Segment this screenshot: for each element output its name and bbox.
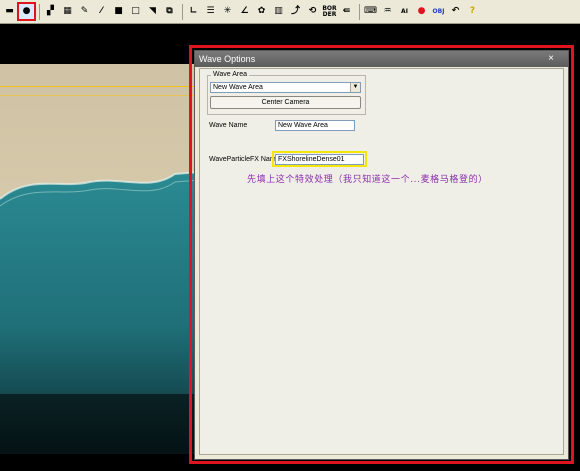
arrows-icon[interactable]: ⇚ — [339, 4, 354, 19]
wave-tool-icon[interactable]: ● — [17, 2, 36, 21]
wave-area-select[interactable]: New Wave Area ▼ — [210, 82, 361, 93]
keyboard-icon[interactable]: ⌨ — [363, 4, 378, 19]
undo-icon[interactable]: ↶ — [448, 4, 463, 19]
wave-name-label: Wave Name — [209, 122, 248, 129]
toolbar-separator — [39, 3, 40, 20]
wave-area-select-value: New Wave Area — [213, 84, 263, 91]
path-icon[interactable]: ⤴ — [288, 4, 303, 19]
border-icon[interactable]: BOR DER — [322, 4, 337, 19]
obj-icon[interactable]: OBJ — [431, 4, 446, 19]
help-icon[interactable]: ? — [465, 4, 480, 19]
center-camera-button[interactable]: Center Camera — [210, 96, 361, 109]
editor-toolbar: ▬ ● ▞ ▦ ✎ ⁄ ■ □ ◥ ⧉ ∟ ☰ ✳ ∠ ✿ ▥ ⤴ ⟲ BOR DER ⇚ ⌨ ♒ AI ● OBJ ↶? — [0, 0, 580, 24]
eyedropper-icon[interactable]: ✎ — [77, 4, 92, 19]
square-fill-icon[interactable]: ■ — [111, 4, 126, 19]
fx-name-label: WaveParticleFX Name — [209, 156, 280, 163]
wave-area-group-label: Wave Area — [211, 71, 249, 78]
area-boundary-top — [0, 86, 200, 87]
angle-icon[interactable]: ∠ — [237, 4, 252, 19]
terrain-view — [0, 64, 200, 454]
annotation-note: 先填上这个特效处理（我只知道这一个...麦格马格登的） — [247, 175, 488, 185]
dashed-lines-icon[interactable]: ☰ — [203, 4, 218, 19]
rotate-icon[interactable]: ⟲ — [305, 4, 320, 19]
checker-small-icon[interactable]: ▞ — [43, 4, 58, 19]
chevron-down-icon[interactable]: ▼ — [350, 83, 360, 92]
dialog-title: Wave Options — [199, 54, 256, 64]
wave-area-tool-icon[interactable]: ▬ — [2, 4, 17, 19]
checker-large-icon[interactable]: ▦ — [60, 4, 75, 19]
area-boundary-line — [0, 95, 200, 96]
toolbar-separator — [359, 3, 360, 20]
toolbar-separator — [182, 3, 183, 20]
record-icon[interactable]: ● — [414, 4, 429, 19]
dialog-title-bar[interactable]: Wave Options × — [195, 51, 568, 67]
paint-icon[interactable]: ✿ — [254, 4, 269, 19]
square-outline-icon[interactable]: □ — [128, 4, 143, 19]
wave-area-group: Wave Area New Wave Area ▼ Center Camera — [207, 71, 366, 115]
dialog-body: Wave Area New Wave Area ▼ Center Camera … — [199, 68, 564, 455]
wave-options-dialog: Wave Options × Wave Area New Wave Area ▼… — [194, 50, 569, 460]
ai-icon[interactable]: AI — [397, 4, 412, 19]
close-icon[interactable]: × — [542, 53, 560, 65]
brush-icon[interactable]: ⁄ — [94, 4, 109, 19]
tree-icon[interactable]: ✳ — [220, 4, 235, 19]
axis-icon[interactable]: ∟ — [186, 4, 201, 19]
grid-red-icon[interactable]: ▥ — [271, 4, 286, 19]
corner-icon[interactable]: ◥ — [145, 4, 160, 19]
grass-icon[interactable]: ♒ — [380, 4, 395, 19]
wave-name-field[interactable]: New Wave Area — [275, 120, 355, 131]
fx-name-field[interactable]: FXShorelineDense01 — [275, 154, 364, 165]
copy-icon[interactable]: ⧉ — [162, 4, 177, 19]
